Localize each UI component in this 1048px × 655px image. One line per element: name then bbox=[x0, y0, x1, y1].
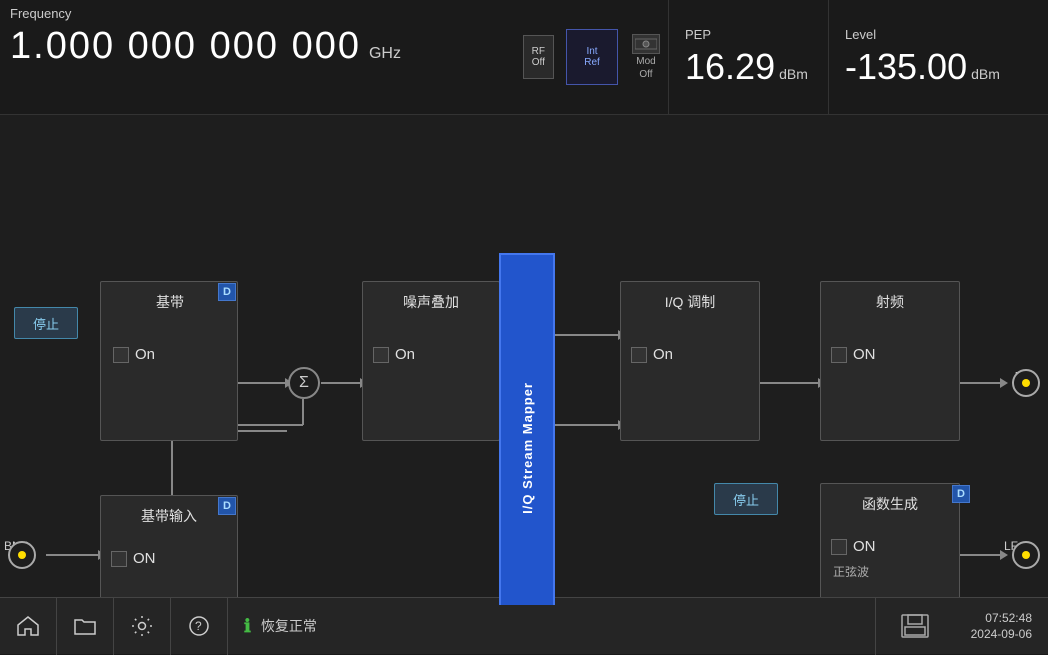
baseband-input-on-status: ON bbox=[111, 550, 227, 567]
iq-modulation-on-square bbox=[631, 347, 647, 363]
rf-on-status: ON bbox=[831, 346, 949, 363]
func-gen-on-square bbox=[831, 539, 847, 555]
func-gen-d-badge[interactable]: D bbox=[952, 485, 970, 503]
date-display: 2024-09-06 bbox=[971, 627, 1032, 641]
level-unit: dBm bbox=[971, 66, 1000, 82]
iq-modulation-on-status: On bbox=[631, 346, 749, 363]
svg-text:?: ? bbox=[195, 619, 202, 633]
int-ref-line1: Int bbox=[586, 46, 597, 57]
status-bar: ? ℹ 恢复正常 07:52:48 2024-09-06 bbox=[0, 597, 1048, 654]
noise-on-square bbox=[373, 347, 389, 363]
func-gen-on-status: ON bbox=[831, 538, 949, 555]
baseband-on-square bbox=[113, 347, 129, 363]
rf-off-line1: RF bbox=[532, 46, 545, 57]
settings-button[interactable] bbox=[114, 598, 171, 655]
rf-output-dot[interactable] bbox=[1012, 369, 1040, 397]
mod-icon bbox=[632, 34, 660, 54]
frequency-section: Frequency 1.000 000 000 000 GHz bbox=[0, 0, 517, 114]
lf-dot[interactable] bbox=[1012, 541, 1040, 569]
baseband-on-label: On bbox=[135, 346, 155, 363]
baseband-input-on-square bbox=[111, 551, 127, 567]
frequency-unit: GHz bbox=[369, 45, 401, 63]
func-gen-wave-label: 正弦波 bbox=[831, 563, 949, 580]
baseband-block[interactable]: 基带 On bbox=[100, 281, 238, 441]
diagram-area: 停止 基带 On D 基带输入 ON D Σ 噪声叠加 On bbox=[0, 115, 1048, 605]
rf-block-title: 射频 bbox=[831, 292, 949, 312]
status-info: ℹ 恢复正常 bbox=[228, 616, 875, 637]
rf-dot-inner bbox=[1022, 379, 1030, 387]
status-message: 恢复正常 bbox=[261, 616, 317, 636]
pep-label: PEP bbox=[685, 27, 812, 42]
frequency-label: Frequency bbox=[10, 6, 507, 21]
top-bar: Frequency 1.000 000 000 000 GHz RF Off I… bbox=[0, 0, 1048, 115]
iq-modulation-title: I/Q 调制 bbox=[631, 292, 749, 312]
baseband-input-title: 基带输入 bbox=[111, 506, 227, 526]
bnc-dot-inner bbox=[18, 551, 26, 559]
func-gen-block[interactable]: 函数生成 ON 正弦波 bbox=[820, 483, 960, 605]
home-button[interactable] bbox=[0, 598, 57, 655]
baseband-input-on-label: ON bbox=[133, 550, 156, 567]
rf-on-square bbox=[831, 347, 847, 363]
pep-unit: dBm bbox=[779, 66, 808, 82]
level-label: Level bbox=[845, 27, 1032, 42]
help-button[interactable]: ? bbox=[171, 598, 228, 655]
iq-stream-bar[interactable]: I/Q Stream Mapper bbox=[499, 253, 555, 605]
rf-off-line2: Off bbox=[532, 57, 545, 68]
stop-button-1[interactable]: 停止 bbox=[14, 307, 78, 339]
rf-on-label: ON bbox=[853, 346, 876, 363]
rf-off-badge[interactable]: RF Off bbox=[523, 35, 554, 79]
func-gen-on-label: ON bbox=[853, 538, 876, 555]
noise-block[interactable]: 噪声叠加 On bbox=[362, 281, 500, 441]
level-value: -135.00 bbox=[845, 46, 967, 88]
baseband-input-d-badge[interactable]: D bbox=[218, 497, 236, 515]
baseband-title: 基带 bbox=[113, 292, 227, 312]
baseband-d-badge[interactable]: D bbox=[218, 283, 236, 301]
time-display: 07:52:48 bbox=[985, 611, 1032, 625]
sigma-circle: Σ bbox=[288, 367, 320, 399]
int-ref-line2: Ref bbox=[584, 57, 600, 68]
time-date-section: 07:52:48 2024-09-06 bbox=[955, 611, 1048, 641]
noise-on-label: On bbox=[395, 346, 415, 363]
folder-button[interactable] bbox=[57, 598, 114, 655]
iq-modulation-block[interactable]: I/Q 调制 On bbox=[620, 281, 760, 441]
rf-block[interactable]: 射频 ON bbox=[820, 281, 960, 441]
save-button[interactable] bbox=[875, 598, 955, 655]
iq-stream-label: I/Q Stream Mapper bbox=[520, 382, 535, 514]
noise-title: 噪声叠加 bbox=[373, 292, 489, 312]
pep-section: PEP 16.29 dBm bbox=[668, 0, 828, 114]
func-gen-title: 函数生成 bbox=[831, 494, 949, 514]
iq-modulation-on-label: On bbox=[653, 346, 673, 363]
level-section: Level -135.00 dBm bbox=[828, 0, 1048, 114]
frequency-value: 1.000 000 000 000 bbox=[10, 25, 361, 68]
int-ref-badge[interactable]: Int Ref bbox=[566, 29, 618, 85]
bnc-dot[interactable] bbox=[8, 541, 36, 569]
mod-off-line1: Mod bbox=[636, 56, 655, 67]
baseband-on-status: On bbox=[113, 346, 227, 363]
pep-value: 16.29 bbox=[685, 46, 775, 88]
stop-button-2[interactable]: 停止 bbox=[714, 483, 778, 515]
mod-off-line2: Off bbox=[639, 69, 652, 80]
noise-on-status: On bbox=[373, 346, 489, 363]
mod-off-section[interactable]: Mod Off bbox=[632, 34, 660, 80]
lf-dot-inner bbox=[1022, 551, 1030, 559]
info-icon: ℹ bbox=[244, 616, 251, 637]
